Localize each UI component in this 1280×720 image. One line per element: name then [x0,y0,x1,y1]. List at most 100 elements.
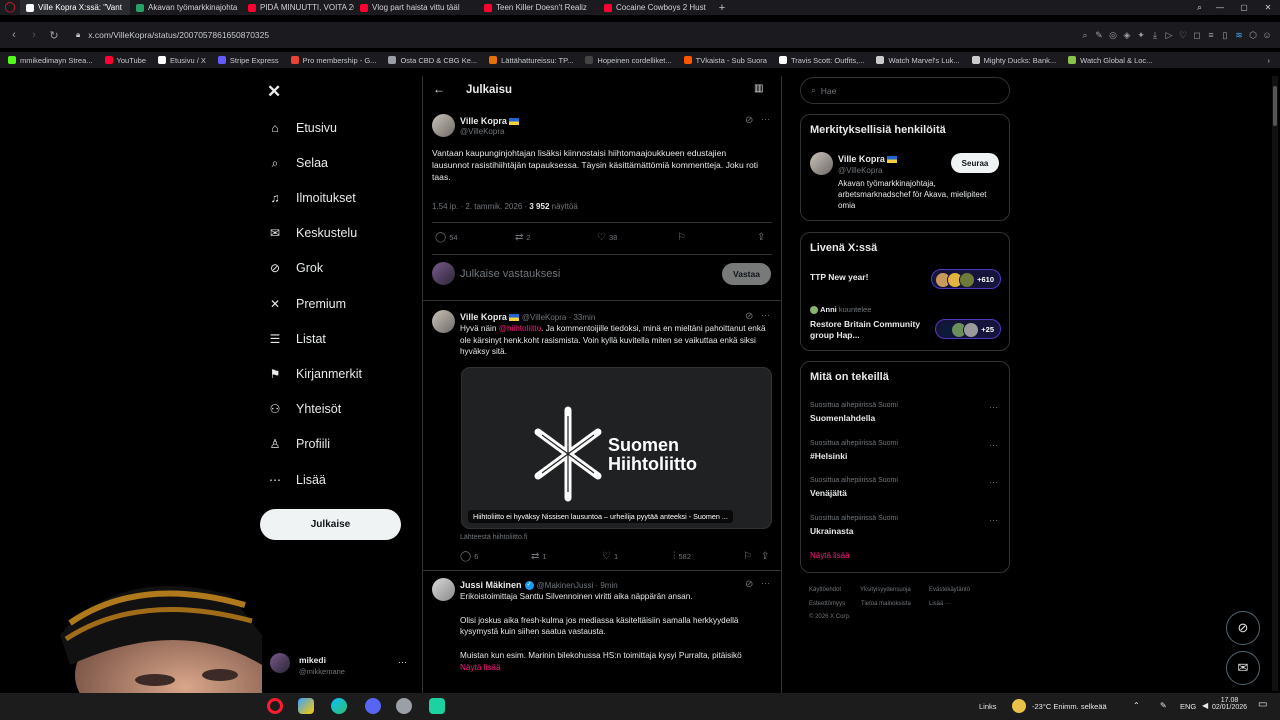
menu-icon[interactable]: ≡ [1204,28,1218,42]
bookmark-item[interactable]: YouTube [104,56,146,65]
sidebar-item-premium[interactable]: ✕ Premium [268,297,346,311]
bookmark-item[interactable]: Watch Global & Loc... [1068,56,1152,65]
minimize-button[interactable]: — [1208,0,1232,15]
wallet-icon[interactable]: ▯ [1218,28,1232,42]
heart-icon[interactable]: ♡ [1176,28,1190,42]
discord-taskbar-icon[interactable] [365,698,381,714]
profile-icon[interactable]: ☺ [1260,28,1274,42]
reader-icon[interactable]: ▥ [754,83,763,94]
footer-link[interactable]: Yksityisyydensuoja [860,587,911,593]
grok-icon[interactable]: ⊘ [745,115,753,126]
grok-fab-button[interactable]: ⊘ [1226,611,1260,645]
sidebar-item-listat[interactable]: ☰ Listat [268,332,326,346]
live-participants-pill[interactable]: +25 [935,319,1001,339]
snapshot-icon[interactable]: ◻ [1190,28,1204,42]
bookmark-item[interactable]: Stripe Express [217,56,279,65]
sidebar-item-kirjanmerkit[interactable]: ⚑ Kirjanmerkit [268,367,362,381]
bookmark-item[interactable]: Hopeinen cordelliket... [585,56,672,65]
reply-button[interactable]: ◯ 6 [460,551,478,562]
mention-link[interactable]: @hiihtoliitto [499,324,541,333]
avatar[interactable] [810,152,833,175]
sidebar-item-lisää[interactable]: ⋯ Lisää [268,473,326,487]
links-toolbar[interactable]: Links [979,702,997,711]
edge-taskbar-icon[interactable] [331,698,347,714]
sidebar-item-keskustelu[interactable]: ✉ Keskustelu [268,226,357,240]
reply-button[interactable]: ◯ 54 [435,232,458,243]
app-taskbar-icon[interactable] [396,698,412,714]
repost-button[interactable]: ⇄ 1 [531,551,547,562]
messages-fab-button[interactable]: ✉ [1226,651,1260,685]
reply-submit-button[interactable]: Vastaa [722,263,771,285]
show-more-link[interactable]: Näytä lisää [460,662,776,674]
back-arrow-icon[interactable]: ‹ [6,27,22,43]
author-handle[interactable]: @VilleKopra [460,127,504,136]
more-icon[interactable]: ··· [761,578,770,588]
bookmark-item[interactable]: Pro membership - G... [290,56,376,65]
scrollbar[interactable] [1272,76,1278,691]
forward-arrow-icon[interactable]: › [26,27,42,43]
share-button[interactable]: ⇪ [761,551,769,562]
new-tab-button[interactable]: + [714,0,730,15]
notifications-icon[interactable]: ▭ [1258,699,1267,710]
network-icon[interactable]: ✎ [1160,701,1167,710]
bookmark-button[interactable]: ⚐ [743,551,752,562]
card-source[interactable]: Lähteestä hiihtoliitto.fi [460,534,527,541]
grok-icon[interactable]: ⊘ [745,311,753,322]
sidebar-item-yhteisöt[interactable]: ⚇ Yhteisöt [268,402,342,416]
extension-icon[interactable]: ✦ [1134,28,1148,42]
app-taskbar-icon[interactable] [429,698,445,714]
close-window-button[interactable]: ✕ [1256,0,1280,15]
bookmark-item[interactable]: TVkaista - Sub Suora [683,56,767,65]
more-icon[interactable]: ··· [989,440,998,450]
bookmark-item[interactable]: Travis Scott: Outfits,... [778,56,864,65]
author-name[interactable]: Ville Kopra [460,312,507,322]
tab-search-icon[interactable]: ⌕ [1191,0,1208,15]
opera-taskbar-icon[interactable] [267,698,283,714]
share-button[interactable]: ⇪ [757,232,765,243]
bookmark-item[interactable]: Mighty Ducks: Bank... [971,56,1056,65]
live-participants-pill[interactable]: +610 [931,269,1001,289]
live-item-title[interactable]: TTP New year! [810,272,868,282]
browser-tab[interactable]: Akavan työmarkkinajohta [130,0,242,15]
clock[interactable]: 17.08 02/01/2026 [1212,697,1247,711]
url-field[interactable]: 🔒︎ x.com/VilleKopra/status/2007057861650… [76,30,269,40]
follow-button[interactable]: Seuraa [951,153,999,173]
weather-text[interactable]: -23°C Enimm. selkeää [1032,702,1107,711]
post-author[interactable]: Ville Kopra [460,115,519,127]
more-icon[interactable]: ··· [761,114,770,124]
person-name[interactable]: Ville Kopra [838,153,897,165]
browser-tab[interactable]: Ville Kopra X:ssä: "Vant [20,0,130,15]
footer-link[interactable]: Esteettömyys [809,601,845,607]
account-switcher[interactable]: mikedi @mikkemane ··· [270,651,410,681]
bookmark-item[interactable]: Etusivu / X [158,56,206,65]
more-icon[interactable]: ··· [989,477,998,487]
reply-input[interactable]: Julkaise vastauksesi [460,268,560,280]
bookmark-item[interactable]: Lättähattureissu: TP... [489,56,573,65]
shield-icon[interactable]: ◈ [1120,28,1134,42]
bookmark-item[interactable]: mmikedimayn Strea... [8,56,93,65]
sidebar-item-ilmoitukset[interactable]: ♫ Ilmoitukset [268,191,356,205]
scrollbar-thumb[interactable] [1273,86,1277,126]
browser-tab[interactable]: Vlog part haista vittu tääl [354,0,466,15]
browser-tab[interactable]: Cocaine Cowboys 2 Hust [598,0,714,15]
bookmark-item[interactable]: Watch Marvel's Luk... [876,56,960,65]
browser-tab[interactable]: Teen Killer Doesn't Realiz [478,0,598,15]
edit-icon[interactable]: ✎ [1092,28,1106,42]
chevron-up-icon[interactable]: ⌃ [1133,701,1140,710]
volume-icon[interactable]: ◀︎ [1202,701,1208,710]
post-button[interactable]: Julkaise [260,509,401,540]
avatar[interactable] [432,578,455,601]
footer-link[interactable]: Evästekäytäntö [929,587,970,593]
more-icon[interactable]: ··· [761,310,770,320]
x-logo[interactable]: ✕ [267,82,281,102]
link-card[interactable]: Suomen Hiihtoliitto Hiihtoliitto ei hyvä… [461,367,772,529]
opera-logo-icon[interactable]: ◯ [0,0,20,15]
bookmark-item[interactable]: Osta CBD & CBG Ke... [388,56,477,65]
person-handle[interactable]: @VilleKopra [838,166,882,175]
views-button[interactable]: ⫶ 582 [673,551,691,562]
sidebar-item-selaa[interactable]: ⌕ Selaa [268,156,328,171]
sidebar-item-grok[interactable]: ⊘ Grok [268,261,323,275]
back-arrow-icon[interactable]: ← [433,82,445,96]
browser-tab[interactable]: PIDÄ MINUUTTI, VOITA 20 [242,0,354,15]
vpn-icon[interactable]: ≋ [1232,28,1246,42]
